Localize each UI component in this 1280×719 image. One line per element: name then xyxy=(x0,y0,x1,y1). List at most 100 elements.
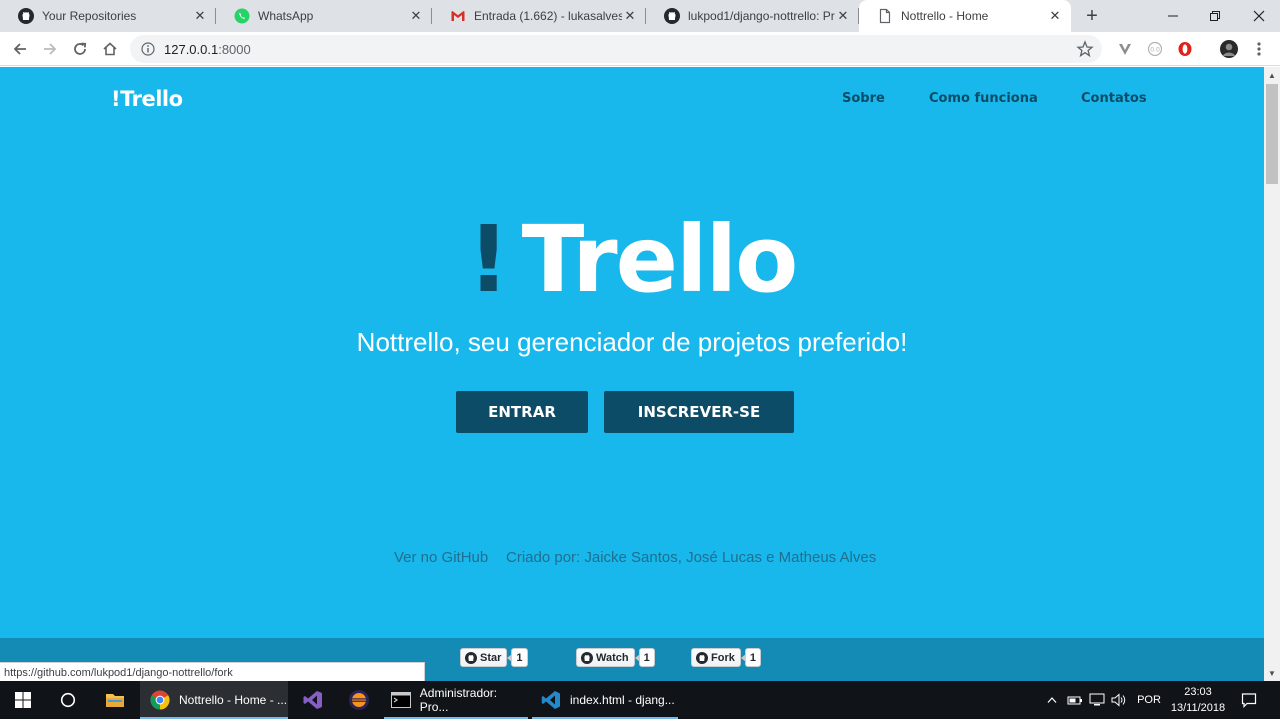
nav-como-funciona[interactable]: Como funciona xyxy=(929,91,1038,106)
watch-face[interactable]: Watch xyxy=(576,648,635,667)
github-icon xyxy=(18,8,34,24)
taskbar-app-visual-studio[interactable] xyxy=(290,681,336,719)
close-icon[interactable]: ✕ xyxy=(192,8,208,24)
taskbar-app-vscode[interactable]: index.html - djang... xyxy=(532,681,678,719)
whatsapp-icon xyxy=(234,8,250,24)
tab-github-repo[interactable]: lukpod1/django-nottrello: Proj ✕ xyxy=(646,0,859,32)
scrollbar-thumb[interactable] xyxy=(1266,84,1278,184)
github-link[interactable]: Ver no GitHub xyxy=(394,549,488,566)
cortana-search-button[interactable] xyxy=(46,681,90,719)
page-icon xyxy=(877,8,893,24)
opera-vpn-icon[interactable] xyxy=(1176,40,1194,58)
scroll-up-arrow-icon[interactable]: ▲ xyxy=(1264,67,1280,83)
github-star-button[interactable]: Star 1 xyxy=(460,648,528,667)
site-logo[interactable]: !Trello xyxy=(111,87,183,111)
hero-title: ! Trello xyxy=(0,205,1264,315)
taskbar-app-label: Nottrello - Home - ... xyxy=(179,693,288,707)
url-host: 127.0.0.1 xyxy=(164,41,219,57)
menu-icon[interactable] xyxy=(1250,40,1268,58)
github-icon xyxy=(696,651,708,664)
close-icon[interactable]: ✕ xyxy=(408,8,424,24)
folder-icon xyxy=(106,694,124,707)
nav-contatos[interactable]: Contatos xyxy=(1081,91,1147,106)
language-indicator[interactable]: POR xyxy=(1136,681,1162,719)
github-icon xyxy=(581,651,593,664)
credits-text: Criado por: Jaicke Santos, José Lucas e … xyxy=(506,549,877,566)
github-watch-button[interactable]: Watch 1 xyxy=(576,648,655,667)
cortana-icon xyxy=(60,692,76,708)
info-icon[interactable] xyxy=(140,41,156,57)
windows-taskbar: Nottrello - Home - ... Administrador: Pr… xyxy=(0,681,1280,719)
tab-your-repositories[interactable]: Your Repositories ✕ xyxy=(0,0,216,32)
notification-icon xyxy=(1241,693,1257,708)
start-button[interactable] xyxy=(0,681,46,719)
login-button[interactable]: ENTRAR xyxy=(456,391,588,433)
windows-logo-icon xyxy=(15,692,31,708)
extension-icon[interactable]: 0.0 xyxy=(1146,40,1164,58)
profile-avatar[interactable] xyxy=(1220,40,1238,58)
signup-button[interactable]: INSCREVER-SE xyxy=(604,391,794,433)
clock[interactable]: 23:03 13/11/2018 xyxy=(1168,684,1228,716)
fork-count[interactable]: 1 xyxy=(740,648,761,667)
watch-count[interactable]: 1 xyxy=(634,648,655,667)
volume-icon[interactable] xyxy=(1110,681,1128,719)
star-face[interactable]: Star xyxy=(460,648,508,667)
hero-word: Trello xyxy=(521,206,799,313)
file-explorer-button[interactable] xyxy=(92,681,138,719)
close-icon[interactable]: ✕ xyxy=(835,8,851,24)
new-tab-button[interactable]: + xyxy=(1080,4,1104,28)
star-count[interactable]: 1 xyxy=(507,648,528,667)
hero-bang: ! xyxy=(467,206,510,313)
visual-studio-icon xyxy=(303,691,322,709)
link-status-bar: https://github.com/lukpod1/django-nottre… xyxy=(0,662,425,682)
browser-toolbar: 127.0.0.1:8000 0.0 xyxy=(0,32,1280,66)
back-button[interactable] xyxy=(7,36,33,62)
tab-title: lukpod1/django-nottrello: Proj xyxy=(688,9,835,23)
taskbar-app-chrome[interactable]: Nottrello - Home - ... xyxy=(140,681,288,719)
clock-date: 13/11/2018 xyxy=(1170,702,1226,714)
tab-gmail[interactable]: Entrada (1.662) - lukasalvespor ✕ xyxy=(432,0,646,32)
close-icon[interactable]: ✕ xyxy=(622,8,638,24)
reload-button[interactable] xyxy=(67,36,93,62)
home-button[interactable] xyxy=(97,36,123,62)
close-icon[interactable]: ✕ xyxy=(1047,8,1063,24)
minimize-button[interactable] xyxy=(1152,0,1194,32)
nav-sobre[interactable]: Sobre xyxy=(842,91,885,106)
tab-strip: Your Repositories ✕ WhatsApp ✕ Entrada (… xyxy=(0,0,1280,32)
tab-title: Your Repositories xyxy=(42,9,137,23)
hero-subtitle: Nottrello, seu gerenciador de projetos p… xyxy=(356,327,908,357)
tab-title: WhatsApp xyxy=(258,9,314,23)
network-icon[interactable] xyxy=(1088,681,1106,719)
tab-whatsapp[interactable]: WhatsApp ✕ xyxy=(216,0,432,32)
taskbar-app-label: index.html - djang... xyxy=(570,693,675,707)
show-hidden-icons-button[interactable] xyxy=(1044,681,1060,719)
vscode-icon xyxy=(540,689,562,711)
github-icon xyxy=(465,651,477,664)
fork-face[interactable]: Fork xyxy=(691,648,741,667)
restore-button[interactable] xyxy=(1194,0,1236,32)
fork-label: Fork xyxy=(711,651,735,664)
taskbar-app-eclipse[interactable] xyxy=(336,681,382,719)
chrome-icon xyxy=(149,689,171,711)
github-icon xyxy=(664,8,680,24)
battery-icon[interactable] xyxy=(1066,681,1084,719)
watch-label: Watch xyxy=(596,651,629,664)
url-port: :8000 xyxy=(218,41,251,57)
github-fork-button[interactable]: Fork 1 xyxy=(691,648,761,667)
forward-button[interactable] xyxy=(37,36,63,62)
eclipse-icon xyxy=(349,690,369,710)
taskbar-app-cmd[interactable]: Administrador: Pro... xyxy=(384,681,528,719)
scroll-down-arrow-icon[interactable]: ▼ xyxy=(1264,665,1280,681)
page-content: !Trello Sobre Como funciona Contatos ! Tr… xyxy=(0,67,1264,681)
tab-nottrello-home[interactable]: Nottrello - Home ✕ xyxy=(859,0,1071,32)
action-center-button[interactable] xyxy=(1236,681,1262,719)
bookmark-star-icon[interactable] xyxy=(1076,40,1094,58)
page-scrollbar[interactable]: ▲ ▼ xyxy=(1264,67,1280,681)
clock-time: 23:03 xyxy=(1184,686,1212,698)
close-window-button[interactable] xyxy=(1238,0,1280,32)
svg-text:0.0: 0.0 xyxy=(1150,47,1160,54)
url-text: 127.0.0.1:8000 xyxy=(164,42,251,57)
gmail-icon xyxy=(450,8,466,24)
vpn-extension-icon[interactable] xyxy=(1116,40,1134,58)
address-bar[interactable]: 127.0.0.1:8000 xyxy=(130,35,1102,63)
